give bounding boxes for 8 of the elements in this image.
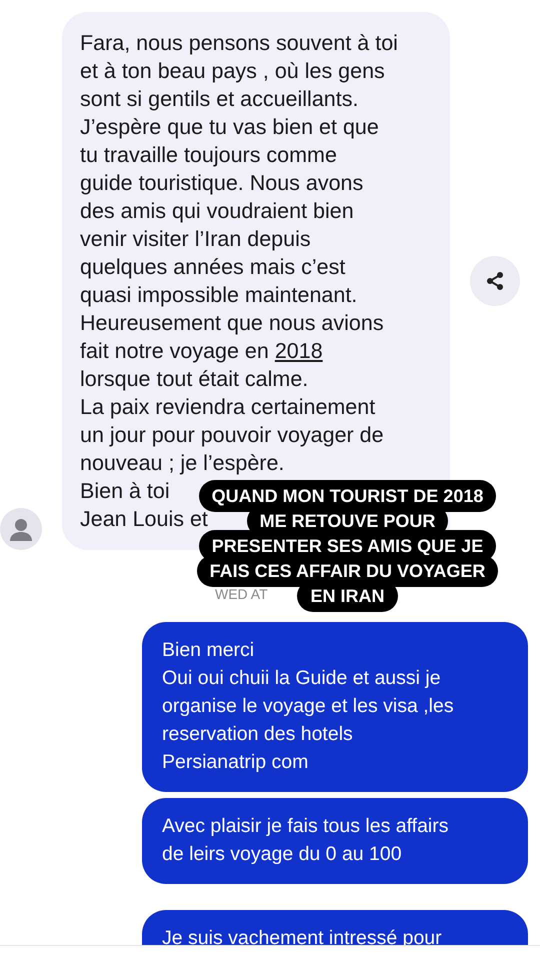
message-text: Je suis vachement intressé pour (162, 926, 443, 951)
message-text: Bien merci Oui oui chuii la Guide et aussi je organise le voyage et les visa ,les reservation des hotels Persianatrip com (162, 638, 455, 775)
timestamp: WED AT (215, 586, 268, 604)
caption-text: FAIS CES AFFAIR DU VOYAGER (196, 555, 498, 587)
date-link[interactable]: 2018 (274, 339, 323, 363)
message-text: Avec plaisir je fais tous les affairs de leirs voyage du 0 au 100 (162, 814, 450, 867)
share-button[interactable] (470, 256, 520, 306)
avatar-icon (0, 508, 42, 550)
